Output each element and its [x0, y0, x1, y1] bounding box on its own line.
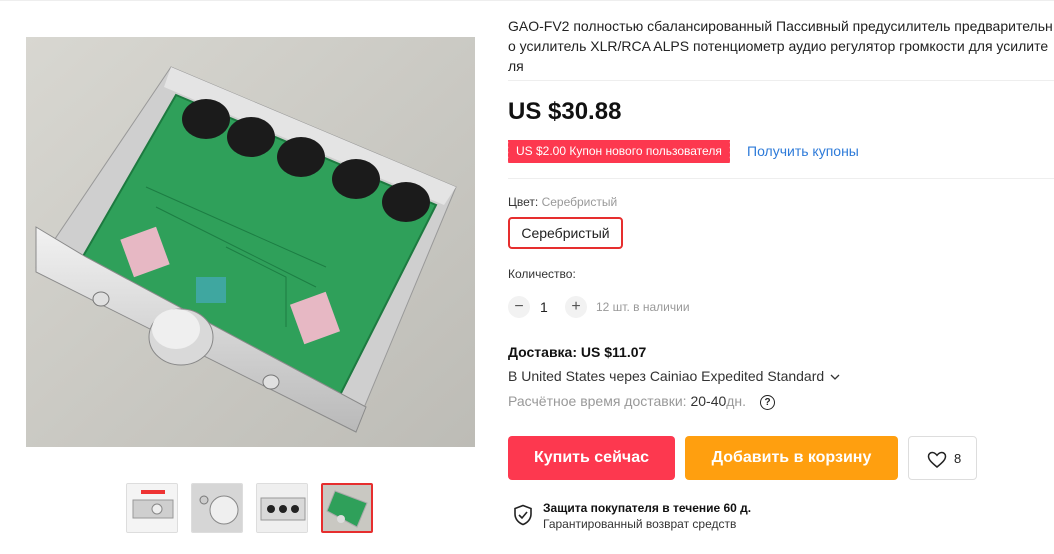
shipping-title: Доставка: US $11.07: [508, 344, 647, 360]
delivery-time-unit: дн.: [726, 393, 747, 409]
quantity-label: Количество:: [508, 267, 576, 281]
quantity-increase-button[interactable]: +: [565, 296, 587, 318]
wishlist-button[interactable]: 8: [908, 436, 977, 480]
get-coupons-link[interactable]: Получить купоны: [747, 143, 859, 159]
color-selected-value: Серебристый: [541, 195, 618, 209]
product-price: US $30.88: [508, 98, 622, 125]
chevron-down-icon: [830, 374, 840, 381]
thumbnail-3[interactable]: [256, 483, 308, 533]
color-label: Цвет: Серебристый: [508, 195, 617, 209]
thumbnail-4-image: [323, 485, 371, 531]
heart-icon: [927, 451, 947, 468]
thumbnail-1-image: [127, 484, 177, 532]
shipping-route[interactable]: В United States через Cainiao Expedited …: [508, 368, 840, 384]
thumbnail-3-image: [257, 484, 307, 532]
shipping-route-text: В United States через Cainiao Expedited …: [508, 368, 825, 384]
product-title: GAO-FV2 полностью сбалансированный Пасси…: [508, 18, 1053, 74]
color-option-silver[interactable]: Серебристый: [508, 217, 623, 249]
main-product-image[interactable]: [26, 37, 475, 447]
divider: [508, 178, 1054, 179]
delivery-time-label: Расчётное время доставки:: [508, 393, 687, 409]
thumbnail-2[interactable]: [191, 483, 243, 533]
buyer-protection-title: Защита покупателя в течение 60 д.: [543, 501, 752, 515]
buy-now-button[interactable]: Купить сейчас: [508, 436, 675, 480]
divider: [508, 80, 1054, 81]
add-to-cart-button[interactable]: Добавить в корзину: [685, 436, 898, 480]
wishlist-count: 8: [954, 451, 962, 466]
preamp-illustration: [26, 37, 475, 447]
thumbnail-4[interactable]: [321, 483, 373, 533]
buyer-protection-subtitle: Гарантированный возврат средств: [543, 517, 737, 531]
top-divider: [0, 0, 1054, 1]
help-icon[interactable]: ?: [760, 395, 775, 410]
stock-info: 12 шт. в наличии: [596, 300, 690, 314]
thumbnail-1[interactable]: [126, 483, 178, 533]
color-label-text: Цвет:: [508, 195, 539, 209]
coupon-badge: US $2.00 Купон нового пользователя: [506, 140, 730, 163]
delivery-time-value: 20-40: [690, 393, 727, 409]
delivery-time: Расчётное время доставки: 20-40дн.: [508, 393, 746, 409]
thumbnail-2-image: [192, 484, 242, 532]
quantity-decrease-button[interactable]: −: [508, 296, 530, 318]
shield-check-icon: [514, 504, 532, 526]
quantity-value[interactable]: 1: [540, 299, 548, 315]
